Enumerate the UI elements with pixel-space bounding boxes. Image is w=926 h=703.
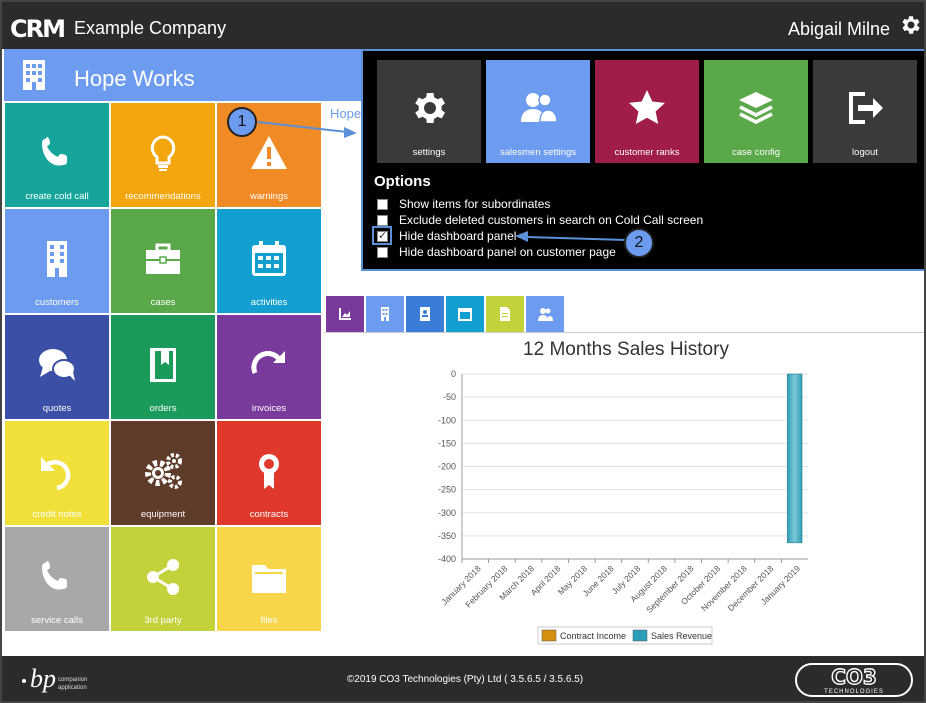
popup-tile-salesmen-settings[interactable]: salesmen settings [486,60,590,163]
callout-2: 2 [624,228,654,258]
svg-text:CO3: CO3 [831,665,877,689]
popup-tile-settings[interactable]: settings [377,60,481,163]
gear-icon [415,93,445,123]
option-label: Exclude deleted customers in search on C… [399,213,704,227]
option-checkbox[interactable] [377,215,388,226]
legend-label: Contract Income [560,631,626,641]
popup-tile-customer-ranks[interactable]: customer ranks [595,60,699,163]
logout-icon [849,92,883,124]
option-label: Show items for subordinates [399,197,551,211]
y-tick-label: -350 [438,531,456,541]
legend-swatch [632,629,648,642]
legend-swatch [541,629,557,642]
y-tick-label: 0 [451,369,456,379]
y-tick-label: -250 [438,485,456,495]
option-checkbox[interactable] [377,199,388,210]
y-tick-label: -150 [438,438,456,448]
popup-tile-label: salesmen settings [499,147,577,158]
callout-1: 1 [227,107,257,137]
y-tick-label: -400 [438,554,456,564]
legend-label: Sales Revenue [651,631,712,641]
option-label: Hide dashboard panel on customer page [399,245,616,259]
app-window: CRM Example Company Abigail Milne Hope W… [0,0,926,703]
x-tick-label: September 2018 [644,563,696,615]
checkbox-highlight [372,226,392,245]
co3-logo: CO3 TECHNOLOGIES [795,663,913,697]
y-tick-label: -50 [443,392,456,402]
popup-tile-label: settings [412,147,446,158]
popup-tile-case-config[interactable]: case config [704,60,808,163]
star-icon [629,90,665,124]
users-icon [521,93,558,123]
copyright-text: ©2019 CO3 Technologies (Pty) Ltd ( 3.5.6… [346,674,584,685]
popup-tile-label: customer ranks [614,147,680,158]
svg-text:application: application [58,685,87,691]
popup-tile-logout[interactable]: logout [813,60,917,163]
y-tick-label: -300 [438,508,456,518]
option-checkbox[interactable] [377,247,388,258]
options-title: Options [374,173,431,190]
option-label: Hide dashboard panel [399,229,517,243]
svg-text:TECHNOLOGIES: TECHNOLOGIES [824,689,884,695]
footer: bp companion application ©2019 CO3 Techn… [2,656,924,701]
bar-sales-revenue [787,373,803,544]
layers-icon [739,92,773,124]
popup-tile-label: logout [852,147,878,158]
popup-tile-label: case config [731,147,781,158]
y-tick-label: -200 [438,462,456,472]
y-tick-label: -100 [438,415,456,425]
